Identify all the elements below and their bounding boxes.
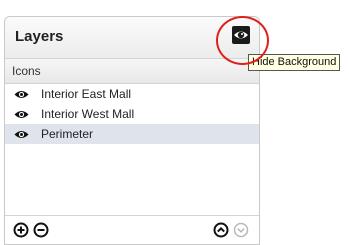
eye-icon[interactable] bbox=[14, 107, 34, 121]
layer-list: Interior East Mall Interior West Mall Pe… bbox=[5, 84, 259, 205]
minus-circle-icon[interactable] bbox=[33, 222, 49, 238]
layer-label: Interior East Mall bbox=[41, 87, 132, 101]
layer-group-header[interactable]: Icons bbox=[5, 59, 259, 84]
panel-title: Layers bbox=[15, 28, 64, 45]
plus-circle-icon[interactable] bbox=[13, 222, 29, 238]
layer-label: Perimeter bbox=[41, 127, 94, 141]
layer-row-perimeter[interactable]: Perimeter bbox=[5, 124, 259, 144]
chevron-up-circle-icon[interactable] bbox=[213, 222, 229, 238]
eye-icon[interactable] bbox=[14, 87, 34, 101]
layer-row-interior-west-mall[interactable]: Interior West Mall bbox=[5, 104, 259, 124]
layer-label: Interior West Mall bbox=[41, 107, 135, 121]
layer-row-interior-east-mall[interactable]: Interior East Mall bbox=[5, 84, 259, 104]
chevron-down-circle-icon[interactable] bbox=[233, 222, 249, 238]
eye-icon[interactable] bbox=[14, 127, 34, 141]
annotation-highlight-circle bbox=[216, 16, 269, 65]
panel-footer bbox=[5, 215, 259, 244]
